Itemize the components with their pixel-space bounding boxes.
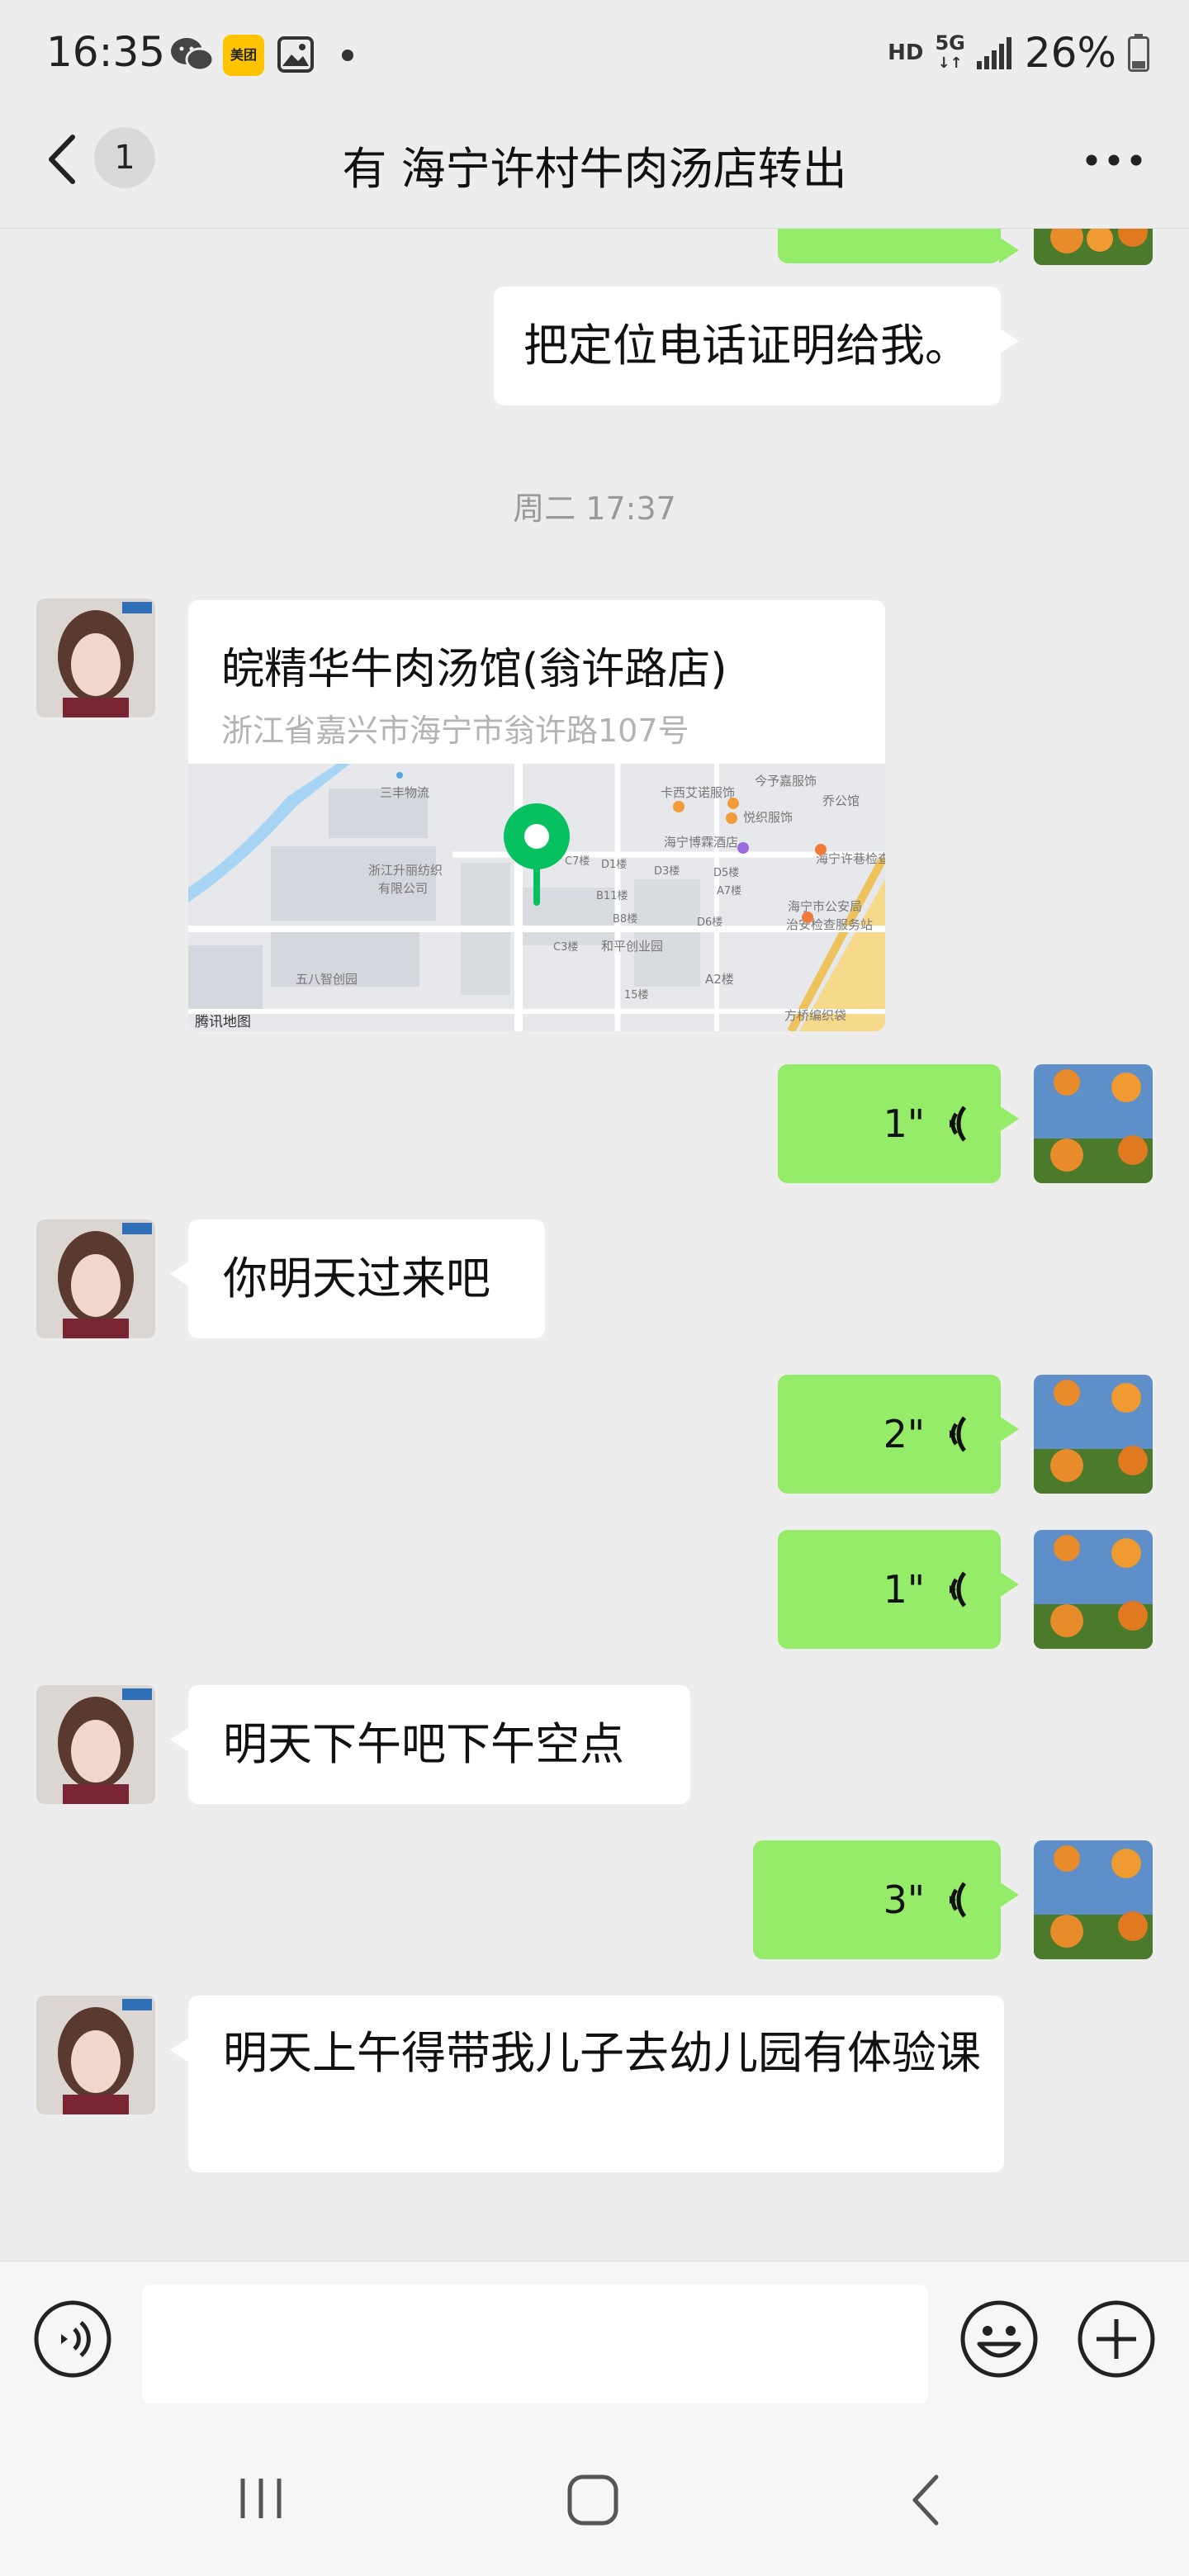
voice-duration: 2" xyxy=(883,1412,925,1456)
map-label: 浙江升丽纺织 xyxy=(368,863,443,878)
battery-icon xyxy=(1128,34,1149,72)
voice-wave-icon xyxy=(950,1416,967,1452)
map-label: 三丰物流 xyxy=(380,785,429,800)
map-label: A7楼 xyxy=(717,885,741,897)
my-avatar[interactable] xyxy=(1034,229,1153,265)
recent-apps-icon[interactable] xyxy=(236,2474,286,2523)
map-label: 方桥编织袋 xyxy=(784,1008,846,1023)
map-label: 今予嘉服饰 xyxy=(755,774,817,788)
map-label: D5楼 xyxy=(713,867,739,879)
contact-avatar[interactable] xyxy=(36,1685,155,1804)
message-bubble-received[interactable]: 明天下午吧下午空点 xyxy=(170,1685,690,1804)
battery-percent: 26% xyxy=(1024,29,1116,77)
location-address: 浙江省嘉兴市海宁市翁许路107号 xyxy=(221,713,689,749)
voice-message-sent[interactable]: 1" xyxy=(778,1064,1019,1183)
network-5g-icon: 5G ↓↑ xyxy=(935,31,965,72)
map-label: 治安检查服务站 xyxy=(786,917,873,932)
timestamp: 周二 17:37 xyxy=(513,490,676,527)
wechat-icon xyxy=(171,38,215,72)
message-input[interactable] xyxy=(142,2285,928,2403)
signal-icon xyxy=(976,37,1011,69)
message-text: 明天下午吧下午空点 xyxy=(223,1718,624,1770)
message-text: 把定位电话证明给我。 xyxy=(523,320,969,372)
plus-icon[interactable] xyxy=(1077,2299,1156,2379)
gallery-icon xyxy=(277,36,314,73)
voice-input-icon[interactable] xyxy=(33,2299,112,2379)
map-label: 海宁博霖酒店 xyxy=(664,835,738,850)
map-label: D1楼 xyxy=(601,859,627,871)
back-nav-icon[interactable] xyxy=(908,2474,941,2526)
map-watermark: 腾讯地图 xyxy=(195,1014,251,1030)
map-label: C3楼 xyxy=(553,941,578,954)
status-time: 16:35 xyxy=(46,28,166,76)
voice-wave-icon xyxy=(950,1571,967,1608)
emoji-icon[interactable] xyxy=(959,2299,1039,2379)
voice-message-sent[interactable]: 3" xyxy=(753,1840,1019,1959)
contact-avatar[interactable] xyxy=(36,1996,155,2114)
map-label: B11楼 xyxy=(596,890,628,902)
map-label: 和平创业园 xyxy=(601,939,663,954)
chat-header: 1 有 海宁许村牛肉汤店转出 xyxy=(0,107,1189,229)
voice-message-sent[interactable]: 1" xyxy=(778,1530,1019,1649)
hd-indicator: HD xyxy=(888,40,924,65)
location-message[interactable]: 皖精华牛肉汤馆(翁许路店) 浙江省嘉兴市海宁市翁许路107号 三丰物流 浙江升丽… xyxy=(188,600,885,1031)
map-label: C7楼 xyxy=(565,855,590,868)
my-avatar[interactable] xyxy=(1034,1840,1153,1959)
location-map[interactable]: 三丰物流 浙江升丽纺织 有限公司 五八智创园 卡西艾诺服饰 今予嘉服饰 悦织服饰… xyxy=(188,764,885,1031)
map-label: 五八智创园 xyxy=(296,972,358,987)
voice-duration: 1" xyxy=(883,1567,925,1612)
contact-avatar[interactable] xyxy=(36,599,155,717)
status-bar: 16:35 美团 HD 5G ↓↑ 26% xyxy=(0,0,1189,107)
map-label: 海宁许巷检查站 xyxy=(816,851,885,866)
my-avatar[interactable] xyxy=(1034,1530,1153,1649)
dot-icon xyxy=(342,50,353,61)
status-right: HD 5G ↓↑ 26% xyxy=(888,28,1149,78)
my-avatar[interactable] xyxy=(1034,1064,1153,1183)
chat-title: 有 海宁许村牛肉汤店转出 xyxy=(342,143,847,195)
message-bubble-partial[interactable] xyxy=(778,229,1019,263)
voice-duration: 3" xyxy=(883,1878,925,1922)
message-text: 明天上午得带我儿子去幼儿园有体验课 xyxy=(223,2027,981,2079)
voice-duration: 1" xyxy=(883,1101,925,1146)
map-label: D6楼 xyxy=(697,916,722,929)
map-label: 海宁市公安局 xyxy=(788,899,862,914)
system-nav-bar xyxy=(0,2429,1189,2576)
voice-wave-icon xyxy=(950,1882,967,1918)
map-label: 悦织服饰 xyxy=(743,810,793,825)
map-label: 有限公司 xyxy=(378,881,428,896)
more-options-icon[interactable] xyxy=(1085,154,1143,167)
map-label: A2楼 xyxy=(705,972,734,987)
message-bubble-received[interactable]: 明天上午得带我儿子去幼儿园有体验课 xyxy=(170,1996,1004,2172)
message-bubble-sent[interactable]: 把定位电话证明给我。 xyxy=(494,286,1019,405)
message-bubble-received[interactable]: 你明天过来吧 xyxy=(170,1219,545,1338)
message-text: 你明天过来吧 xyxy=(223,1252,490,1305)
map-label: D3楼 xyxy=(654,865,680,878)
location-name: 皖精华牛肉汤馆(翁许路店) xyxy=(221,645,727,694)
voice-message-sent[interactable]: 2" xyxy=(778,1375,1019,1494)
map-label: 乔公馆 xyxy=(822,793,860,808)
map-label: 卡西艾诺服饰 xyxy=(661,785,735,800)
input-bar xyxy=(0,2261,1189,2430)
voice-wave-icon xyxy=(950,1106,967,1142)
contact-avatar[interactable] xyxy=(36,1219,155,1338)
map-label: 15楼 xyxy=(624,989,649,1002)
meituan-icon: 美团 xyxy=(223,35,264,76)
my-avatar[interactable] xyxy=(1034,1375,1153,1494)
home-icon[interactable] xyxy=(566,2474,619,2526)
chat-message-list[interactable]: 把定位电话证明给我。 周二 17:37 皖精华牛肉汤馆(翁许路店) 浙江省嘉兴市… xyxy=(0,229,1189,2260)
map-label: B8楼 xyxy=(613,913,637,926)
